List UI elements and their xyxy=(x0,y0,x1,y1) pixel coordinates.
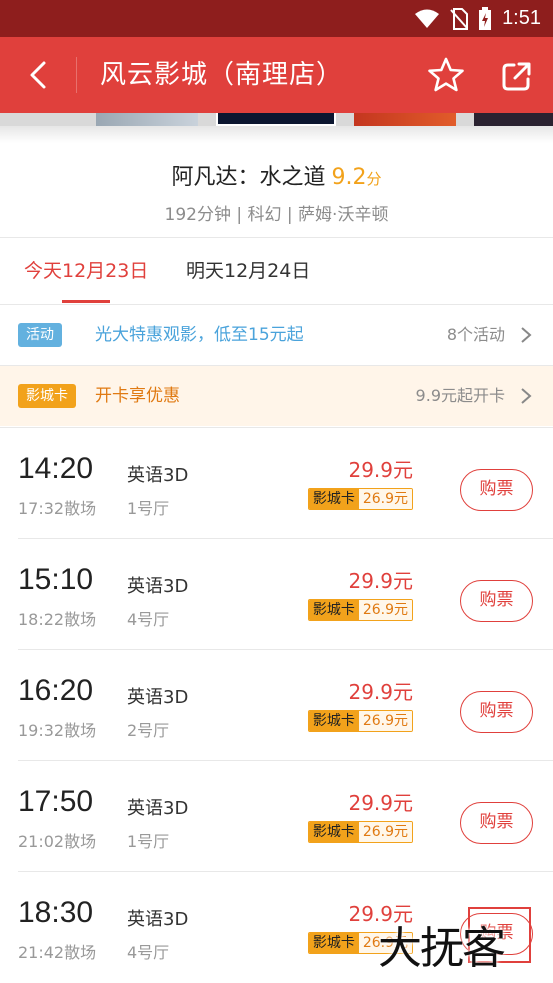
movie-info: 阿凡达：水之道 9.2分 192分钟 | 科幻 | 萨姆·沃辛顿 xyxy=(0,143,553,237)
buy-ticket-button[interactable]: 购票 xyxy=(460,469,533,511)
chevron-right-icon xyxy=(521,327,532,343)
start-time: 15:10 xyxy=(18,563,94,596)
card-price-badge: 影城卡 26.9元 xyxy=(307,710,413,732)
events-banner[interactable]: 活动 光大特惠观影，低至15元起 8个活动 xyxy=(0,305,553,365)
card-price-badge: 影城卡 26.9元 xyxy=(307,488,413,510)
movie-meta: 192分钟 | 科幻 | 萨姆·沃辛顿 xyxy=(164,205,389,225)
watermark: 大抚客 xyxy=(378,923,506,974)
hall-name: 4号厅 xyxy=(127,610,170,629)
status-bar: 1:51 xyxy=(0,0,553,37)
cinema-card-offer: 9.9元起开卡 xyxy=(415,386,505,405)
events-tag: 活动 xyxy=(18,323,62,347)
active-tab-indicator xyxy=(62,300,110,303)
end-time: 21:02散场 xyxy=(18,832,97,851)
app-bar: 风云影城（南理店） xyxy=(0,37,553,113)
language-format: 英语3D xyxy=(127,687,189,708)
language-format: 英语3D xyxy=(127,465,189,486)
buy-ticket-button[interactable]: 购票 xyxy=(460,580,533,622)
poster-carousel[interactable] xyxy=(0,113,553,143)
share-icon[interactable] xyxy=(500,59,534,93)
events-text: 光大特惠观影，低至15元起 xyxy=(95,325,304,345)
card-price-label: 影城卡 xyxy=(308,489,359,509)
language-format: 英语3D xyxy=(127,576,189,597)
movie-score: 9.2 xyxy=(331,165,367,190)
header-divider xyxy=(76,57,77,93)
cinema-card-text: 开卡享优惠 xyxy=(95,386,180,406)
hall-name: 1号厅 xyxy=(127,832,170,851)
tab-today[interactable]: 今天12月23日 xyxy=(24,238,148,304)
card-price-badge: 影城卡 26.9元 xyxy=(307,821,413,843)
poster-thumbnail-selected[interactable] xyxy=(216,113,336,126)
end-time: 21:42散场 xyxy=(18,943,97,962)
status-icons: 1:51 xyxy=(414,0,541,37)
no-sim-icon xyxy=(450,7,469,30)
movie-title: 阿凡达：水之道 xyxy=(171,165,326,190)
movie-score-unit: 分 xyxy=(366,170,382,188)
card-price-label: 影城卡 xyxy=(308,933,359,953)
card-price-value: 26.9元 xyxy=(358,489,412,509)
buy-ticket-button[interactable]: 购票 xyxy=(460,802,533,844)
cinema-card-banner[interactable]: 影城卡 开卡享优惠 9.9元起开卡 xyxy=(0,366,553,426)
status-time: 1:51 xyxy=(502,7,541,29)
date-tabs: 今天12月23日 明天12月24日 xyxy=(0,238,553,304)
language-format: 英语3D xyxy=(127,909,189,930)
end-time: 17:32散场 xyxy=(18,499,97,518)
ticket-price: 29.9元 xyxy=(348,791,413,815)
tab-tomorrow[interactable]: 明天12月24日 xyxy=(186,238,310,304)
language-format: 英语3D xyxy=(127,798,189,819)
ticket-price: 29.9元 xyxy=(348,569,413,593)
card-price-badge: 影城卡 26.9元 xyxy=(307,599,413,621)
end-time: 18:22散场 xyxy=(18,610,97,629)
hall-name: 2号厅 xyxy=(127,721,170,740)
card-price-label: 影城卡 xyxy=(308,822,359,842)
poster-thumbnail[interactable] xyxy=(474,113,553,126)
card-price-value: 26.9元 xyxy=(358,711,412,731)
back-arrow-icon[interactable] xyxy=(22,57,58,93)
ticket-price: 29.9元 xyxy=(348,680,413,704)
buy-ticket-button[interactable]: 购票 xyxy=(460,691,533,733)
showtime-row[interactable]: 15:10 18:22散场 英语3D 4号厅 29.9元 影城卡 26.9元 购票 xyxy=(0,539,553,650)
events-count: 8个活动 xyxy=(446,325,505,344)
card-price-label: 影城卡 xyxy=(308,600,359,620)
star-favorite-icon[interactable] xyxy=(427,56,465,94)
poster-thumbnail[interactable] xyxy=(354,113,456,126)
hall-name: 4号厅 xyxy=(127,943,170,962)
cinema-card-tag: 影城卡 xyxy=(18,384,76,408)
wifi-icon xyxy=(415,9,440,28)
ticket-price: 29.9元 xyxy=(348,458,413,482)
card-price-value: 26.9元 xyxy=(358,600,412,620)
start-time: 17:50 xyxy=(18,785,94,818)
poster-strip-fade xyxy=(0,126,553,143)
chevron-right-icon xyxy=(521,388,532,404)
start-time: 14:20 xyxy=(18,452,94,485)
start-time: 18:30 xyxy=(18,896,94,929)
poster-thumbnail[interactable] xyxy=(96,113,198,126)
start-time: 16:20 xyxy=(18,674,94,707)
end-time: 19:32散场 xyxy=(18,721,97,740)
hall-name: 1号厅 xyxy=(127,499,170,518)
card-price-value: 26.9元 xyxy=(358,822,412,842)
showtime-row[interactable]: 16:20 19:32散场 英语3D 2号厅 29.9元 影城卡 26.9元 购票 xyxy=(0,650,553,761)
showtime-row[interactable]: 17:50 21:02散场 英语3D 1号厅 29.9元 影城卡 26.9元 购票 xyxy=(0,761,553,872)
showtime-row[interactable]: 14:20 17:32散场 英语3D 1号厅 29.9元 影城卡 26.9元 购票 xyxy=(0,428,553,539)
card-price-label: 影城卡 xyxy=(308,711,359,731)
movie-title-row: 阿凡达：水之道 9.2分 xyxy=(0,159,553,191)
page-title: 风云影城（南理店） xyxy=(100,60,344,90)
battery-charging-icon xyxy=(479,6,492,30)
